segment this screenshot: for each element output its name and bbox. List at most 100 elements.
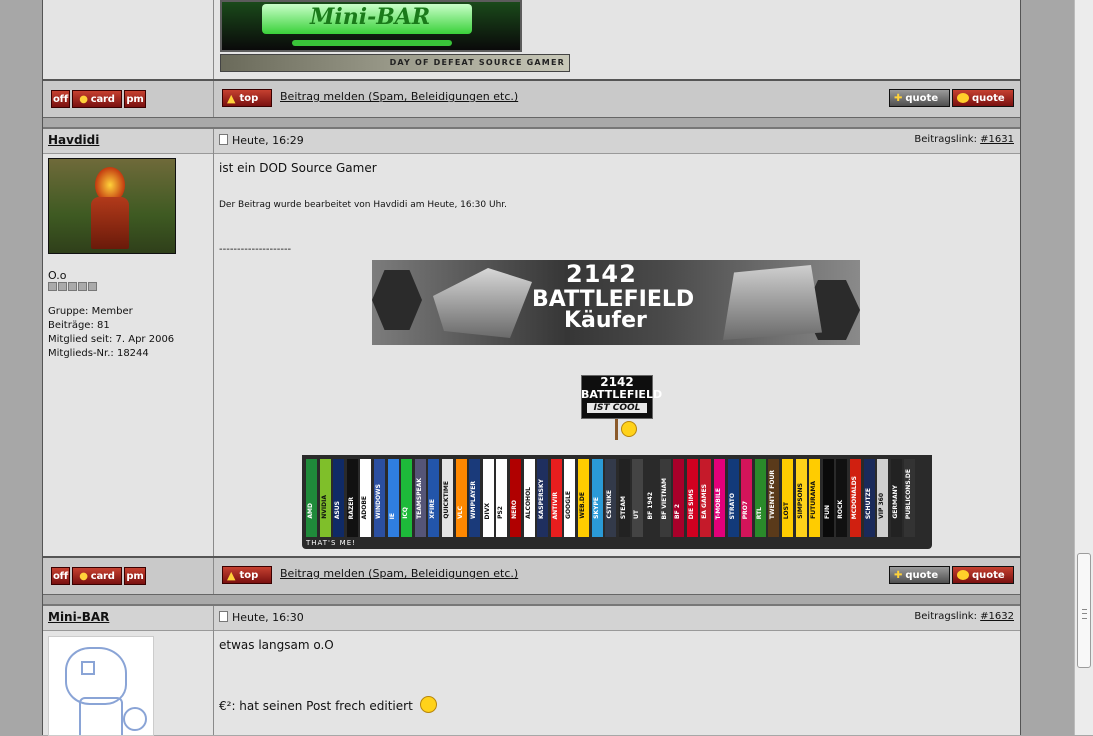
badge-bf-1942: BF 1942 bbox=[646, 459, 657, 537]
badge-label: ICQ bbox=[402, 507, 410, 519]
speech-bubble-icon bbox=[957, 93, 969, 103]
post-actions-1631: off ● card pm ▲ top Beitrag melden (Spam, … bbox=[43, 556, 1020, 594]
online-status-button[interactable]: off bbox=[51, 567, 70, 585]
pm-button[interactable]: pm bbox=[124, 567, 146, 585]
badge-label: ASUS bbox=[334, 500, 342, 519]
badge-nvidia: NVIDIA bbox=[319, 459, 331, 537]
banner-number: 2142 bbox=[566, 260, 637, 288]
badge-label: VLC bbox=[456, 506, 464, 519]
post-body-1631: O.o Gruppe: Member Beiträge: 81 Mitglied… bbox=[43, 153, 1020, 556]
badge-vip-360: VIP 360 bbox=[877, 459, 889, 537]
badge-label: SCHÜTZE bbox=[864, 487, 872, 519]
quote-button[interactable]: quote bbox=[952, 89, 1014, 107]
user-card-button[interactable]: ● card bbox=[72, 90, 122, 108]
quote-button[interactable]: quote bbox=[952, 566, 1014, 584]
report-post-link[interactable]: Beitrag melden (Spam, Beleidigungen etc.… bbox=[280, 90, 518, 103]
badge-label: PUBLICONS.DE bbox=[905, 468, 913, 519]
badge-label: DIVX bbox=[483, 502, 491, 519]
badge-label: SIMPSONS bbox=[796, 483, 804, 519]
post-link: Beitragslink: #1631 bbox=[914, 134, 1014, 145]
scrollbar-thumb[interactable] bbox=[1077, 553, 1091, 668]
badge-label: ALCOHOL bbox=[524, 487, 532, 519]
user-info: O.o Gruppe: Member Beiträge: 81 Mitglied… bbox=[43, 153, 213, 556]
badge-label: BF 1942 bbox=[647, 491, 654, 519]
badge-label: BF VIETNAM bbox=[660, 477, 668, 519]
vertical-scrollbar[interactable] bbox=[1074, 0, 1093, 735]
user-post-count: Beiträge: 81 bbox=[48, 320, 110, 331]
badge-t-mobile: T-MOBILE bbox=[714, 459, 725, 537]
multi-quote-button[interactable]: ✚ quote bbox=[889, 566, 950, 584]
badge-label: GOOGLE bbox=[565, 491, 573, 519]
post-author[interactable]: Mini-BAR bbox=[48, 610, 109, 624]
plus-icon: ✚ bbox=[894, 92, 903, 104]
pm-button[interactable]: pm bbox=[124, 90, 146, 108]
badge-quicktime: QUICKTIME bbox=[442, 459, 453, 537]
badge-label: WINDOWS bbox=[375, 484, 382, 519]
post-date: Heute, 16:30 bbox=[219, 611, 304, 624]
badge-simpsons: SIMPSONS bbox=[795, 459, 807, 537]
badge-label: RTL bbox=[755, 506, 763, 519]
badge-label: VIP 360 bbox=[878, 493, 886, 519]
post-text-edit: €²: hat seinen Post frech editiert bbox=[219, 696, 437, 713]
badge-divx: DIVX bbox=[482, 459, 494, 537]
badge-label: XFIRE bbox=[429, 499, 437, 519]
badge-label: TWENTY FOUR bbox=[769, 469, 777, 519]
badge-label: LOST bbox=[783, 501, 790, 519]
report-post-link[interactable]: Beitrag melden (Spam, Beleidigungen etc.… bbox=[280, 567, 518, 580]
avatar bbox=[48, 158, 176, 254]
badge-label: ROCK bbox=[837, 500, 845, 519]
badge-pro7: PRO7 bbox=[741, 459, 753, 537]
badge-windows: WINDOWS bbox=[374, 459, 385, 537]
badge-label: TEAMSPEAK bbox=[415, 478, 423, 519]
badge-die-sims: DIE SIMS bbox=[686, 459, 698, 537]
badge-label: KASPERSKY bbox=[538, 478, 546, 519]
badge-ea-games: EA GAMES bbox=[700, 459, 712, 537]
post-author[interactable]: Havdidi bbox=[48, 133, 99, 147]
post-date: Heute, 16:29 bbox=[219, 134, 304, 147]
badge-label: ADOBE bbox=[361, 495, 369, 519]
signature-separator: -------------------- bbox=[219, 244, 292, 255]
badge-cstrike: CSTRIKE bbox=[605, 459, 617, 537]
multi-quote-button[interactable]: ✚ quote bbox=[889, 89, 950, 107]
online-status-button[interactable]: off bbox=[51, 90, 70, 108]
badge-mcdonalds: MCDONALDS bbox=[850, 459, 861, 537]
badge-label: AMD bbox=[307, 503, 314, 519]
badge-icq: ICQ bbox=[401, 459, 413, 537]
badge-label: NERO bbox=[511, 500, 518, 519]
badge-amd: AMD bbox=[306, 459, 317, 537]
badge-label: PRO7 bbox=[742, 500, 750, 519]
badge-razer: RAZER bbox=[346, 459, 358, 537]
speech-bubble-icon bbox=[957, 570, 969, 580]
badge-label: NVIDIA bbox=[320, 495, 328, 519]
badge-label: QUICKTIME bbox=[443, 481, 450, 519]
badge-label: GERMANY bbox=[891, 485, 899, 519]
user-card-button[interactable]: ● card bbox=[72, 567, 122, 585]
user-icon: ● bbox=[79, 93, 88, 105]
top-button[interactable]: ▲ top bbox=[222, 89, 272, 107]
badge-publicons-de: PUBLICONS.DE bbox=[904, 459, 916, 537]
badge-label: FUTURAMA bbox=[810, 481, 818, 519]
top-button[interactable]: ▲ top bbox=[222, 566, 272, 584]
badge-label: STRATO bbox=[728, 492, 736, 519]
signature-banner-text: Mini-BAR bbox=[310, 4, 431, 30]
smiley-icon bbox=[621, 421, 637, 437]
badge-fun: FUN bbox=[822, 459, 834, 537]
post-permalink[interactable]: #1631 bbox=[980, 134, 1014, 145]
badge-rock: ROCK bbox=[836, 459, 848, 537]
badge-steam: STEAM bbox=[618, 459, 630, 537]
badge-google: GOOGLE bbox=[564, 459, 576, 537]
document-icon bbox=[219, 134, 228, 145]
badge-bf-2: BF 2 bbox=[673, 459, 685, 537]
post-link: Beitragslink: #1632 bbox=[914, 611, 1014, 622]
rank-pips bbox=[48, 282, 97, 291]
badge-label: STEAM bbox=[619, 495, 627, 519]
user-member-number: Mitglieds-Nr.: 18244 bbox=[48, 348, 149, 359]
post-permalink[interactable]: #1632 bbox=[980, 611, 1014, 622]
user-rank: O.o bbox=[48, 269, 67, 282]
sign-number: 2142 bbox=[600, 375, 634, 389]
badge-alcohol: ALCOHOL bbox=[523, 459, 535, 537]
badge-footer: THAT'S ME! bbox=[306, 539, 356, 547]
signature-strip-text: DAY OF DEFEAT SOURCE GAMER bbox=[389, 58, 565, 67]
post-text: ist ein DOD Source Gamer bbox=[219, 161, 377, 175]
badge-label: EA GAMES bbox=[701, 484, 709, 519]
